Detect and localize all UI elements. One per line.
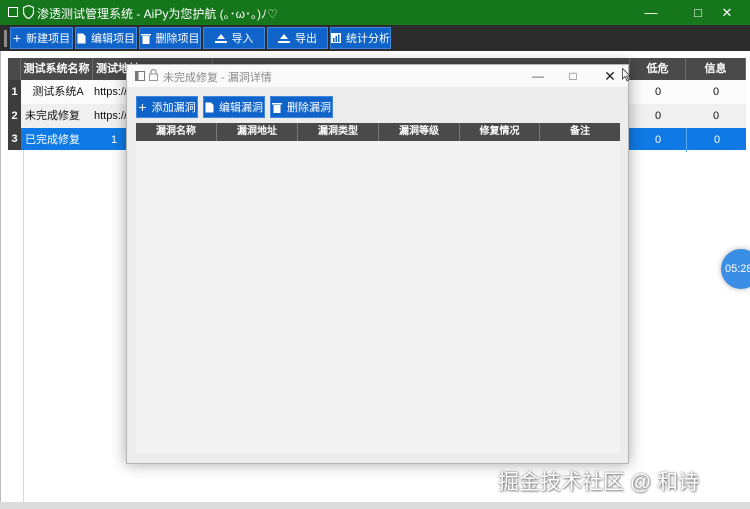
button-label: 新建项目: [26, 33, 71, 45]
dialog-title: 未完成修复 - 漏洞详情: [163, 72, 272, 84]
shield-icon: [23, 5, 34, 19]
delete-project-button[interactable]: 删除项目: [139, 27, 201, 49]
button-label: 添加漏洞: [151, 102, 196, 114]
table-gridline: [23, 150, 24, 502]
button-label: 编辑项目: [91, 33, 135, 45]
new-project-button[interactable]: + 新建项目: [10, 27, 73, 49]
maximize-icon: □: [694, 5, 702, 20]
import-button[interactable]: 导入: [203, 27, 265, 49]
window-icon: [135, 71, 145, 81]
column-header[interactable]: 测试系统名称: [21, 58, 93, 80]
trash-icon: [272, 102, 282, 113]
app-window-icon: [8, 7, 18, 17]
table-corner: [8, 58, 21, 80]
cell-low: 0: [654, 110, 662, 122]
mouse-cursor-icon: [622, 68, 631, 82]
add-vulnerability-button[interactable]: + 添加漏洞: [136, 96, 198, 118]
cell-low: 0: [654, 134, 662, 146]
column-header[interactable]: 低危: [630, 58, 686, 80]
plus-icon: +: [12, 29, 22, 46]
edit-project-button[interactable]: 编辑项目: [75, 27, 137, 49]
recording-timer[interactable]: 05:28: [721, 249, 750, 289]
upload-icon: [214, 33, 227, 43]
minimize-icon: —: [532, 69, 544, 83]
cell-name: 测试系统A: [32, 86, 84, 98]
document-icon: [205, 102, 214, 112]
dialog-maximize-button[interactable]: □: [555, 65, 591, 87]
cell-name: 未完成修复: [25, 110, 80, 122]
cell-low: 0: [654, 86, 662, 98]
button-label: 编辑漏洞: [219, 102, 263, 114]
close-icon: ✕: [604, 68, 616, 84]
vuln-column-header[interactable]: 修复情况: [460, 123, 540, 141]
vulnerability-dialog: 未完成修复 - 漏洞详情 — □ ✕ + 添加漏洞 编辑漏洞 删除漏洞 漏洞名称…: [126, 64, 629, 464]
column-header[interactable]: 信息: [686, 58, 746, 80]
cell-info: 0: [712, 110, 720, 122]
trash-icon: [140, 33, 151, 44]
toolbar-grip[interactable]: [4, 30, 7, 47]
button-label: 删除项目: [155, 33, 200, 45]
vuln-column-header[interactable]: 漏洞类型: [298, 123, 379, 141]
close-button[interactable]: ✕: [704, 0, 750, 25]
export-icon: [278, 33, 290, 43]
maximize-icon: □: [569, 69, 577, 83]
export-button[interactable]: 导出: [267, 27, 328, 49]
statistics-button[interactable]: 统计分析: [330, 27, 391, 49]
row-number[interactable]: 2: [8, 104, 21, 128]
close-icon: ✕: [721, 5, 733, 20]
cell-info: 0: [712, 86, 720, 98]
row-number[interactable]: 1: [8, 80, 21, 104]
window-border-left: [0, 51, 1, 502]
plus-icon: +: [138, 98, 147, 115]
button-label: 统计分析: [346, 33, 390, 45]
cell-info: 0: [686, 128, 747, 152]
button-label: 导出: [295, 33, 317, 45]
vuln-column-header[interactable]: 漏洞名称: [136, 123, 217, 141]
edit-vulnerability-button[interactable]: 编辑漏洞: [203, 96, 265, 118]
dialog-titlebar: 未完成修复 - 漏洞详情 — □ ✕: [127, 65, 628, 87]
vuln-column-header[interactable]: 备注: [540, 123, 620, 141]
lock-icon: [149, 69, 158, 81]
dialog-minimize-button[interactable]: —: [520, 65, 556, 87]
minimize-button[interactable]: —: [628, 0, 674, 25]
cell-name: 已完成修复: [25, 134, 80, 146]
vuln-column-header[interactable]: 漏洞地址: [217, 123, 298, 141]
main-toolbar: + 新建项目 编辑项目 删除项目 导入 导出 统计分析: [0, 25, 750, 51]
minimize-icon: —: [644, 5, 658, 20]
vuln-column-header[interactable]: 漏洞等级: [379, 123, 460, 141]
delete-vulnerability-button[interactable]: 删除漏洞: [270, 96, 333, 118]
button-label: 删除漏洞: [287, 102, 331, 114]
document-icon: [77, 33, 86, 43]
window-title: 渗透测试管理系统 - AiPy为您护航 (｡･ω･｡)ﾉ♡: [37, 7, 278, 21]
vulnerability-table-body[interactable]: [136, 141, 620, 454]
row-number[interactable]: 3: [8, 128, 21, 150]
chart-icon: [331, 33, 341, 43]
button-label: 导入: [231, 33, 254, 45]
watermark: 掘金技术社区 @ 和诗: [498, 471, 699, 494]
status-bar: [0, 502, 750, 509]
window-titlebar: 渗透测试管理系统 - AiPy为您护航 (｡･ω･｡)ﾉ♡ — □ ✕: [0, 0, 750, 25]
